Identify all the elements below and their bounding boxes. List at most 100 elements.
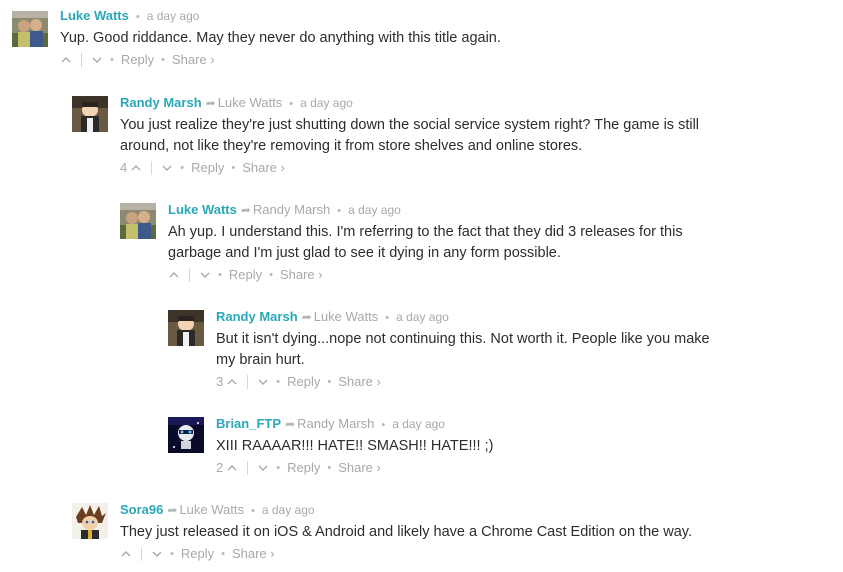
comment-header: Luke Watts ➦ Randy Marsh • a day ago	[168, 202, 843, 218]
comment-header: Luke Watts • a day ago	[60, 8, 843, 24]
timestamp[interactable]: a day ago	[300, 96, 353, 110]
share-link[interactable]: Share ›	[280, 267, 323, 283]
comment-header: Brian_FTP ➦ Randy Marsh • a day ago	[216, 416, 843, 432]
comment-footer: • Reply • Share ›	[60, 52, 843, 68]
comment-text: They just released it on iOS & Android a…	[120, 524, 692, 540]
separator-dot: •	[269, 269, 273, 281]
comment-text: Yup. Good riddance. May they never do an…	[60, 30, 501, 46]
comment: Luke Watts ➦ Randy Marsh • a day ago Ah yup.…	[120, 202, 843, 292]
comment: Sora96 ➦ Luke Watts • a day ago They just re…	[72, 502, 843, 572]
author-name[interactable]: Randy Marsh	[120, 95, 202, 110]
downvote-icon[interactable]	[199, 270, 211, 280]
avatar[interactable]	[72, 96, 108, 132]
avatar[interactable]	[168, 417, 204, 453]
separator-dot: •	[180, 162, 185, 174]
upvote-icon[interactable]	[130, 163, 142, 173]
downvote-icon[interactable]	[91, 55, 103, 65]
comment-text: You just realize they're just shutting d…	[120, 117, 700, 154]
downvote-icon[interactable]	[257, 377, 269, 387]
upvote-icon[interactable]	[120, 549, 132, 559]
avatar[interactable]	[120, 203, 156, 239]
separator-dot: •	[135, 11, 140, 23]
reply-arrow-icon: ➦	[285, 417, 296, 431]
parent-author[interactable]: Luke Watts	[314, 309, 379, 324]
share-link[interactable]: Share ›	[242, 160, 285, 176]
vote-count: 3	[216, 374, 224, 389]
reply-arrow-icon: ➦	[301, 310, 312, 324]
separator-dot: •	[221, 548, 225, 560]
vote-divider	[81, 53, 82, 67]
author-name[interactable]: Luke Watts	[168, 202, 237, 217]
timestamp[interactable]: a day ago	[262, 503, 315, 517]
separator-dot: •	[161, 54, 165, 66]
reply-link[interactable]: Reply	[121, 52, 154, 68]
comment-content: Luke Watts • a day ago Yup. Good riddance.…	[60, 8, 843, 68]
comment-footer: 4 • Reply • Share ›	[120, 160, 843, 176]
reply-link[interactable]: Reply	[287, 460, 320, 476]
downvote-icon[interactable]	[151, 549, 163, 559]
separator-dot: •	[337, 205, 342, 217]
reply-link[interactable]: Reply	[191, 160, 224, 176]
avatar[interactable]	[12, 11, 48, 47]
comment-footer: • Reply • Share ›	[120, 546, 843, 562]
upvote-icon[interactable]	[60, 55, 72, 65]
vote-divider	[151, 161, 153, 175]
reply-arrow-icon: ➦	[167, 503, 178, 517]
timestamp[interactable]: a day ago	[147, 9, 200, 23]
vote-divider	[141, 547, 142, 561]
separator-dot: •	[327, 462, 332, 474]
author-name[interactable]: Luke Watts	[60, 8, 129, 23]
comment-text: Ah yup. I understand this. I'm referring…	[168, 224, 683, 261]
separator-dot: •	[170, 548, 174, 560]
reply-link[interactable]: Reply	[287, 374, 320, 390]
comment-footer: 3 • Reply • Share ›	[216, 374, 843, 390]
separator-dot: •	[385, 312, 390, 324]
downvote-icon[interactable]	[161, 163, 173, 173]
timestamp[interactable]: a day ago	[392, 417, 445, 431]
vote-divider	[189, 268, 190, 282]
author-name[interactable]: Randy Marsh	[216, 309, 298, 324]
reply-link[interactable]: Reply	[229, 267, 262, 283]
separator-dot: •	[381, 419, 386, 431]
share-link[interactable]: Share ›	[338, 374, 381, 390]
vote-count: 4	[120, 160, 128, 175]
share-link[interactable]: Share ›	[172, 52, 215, 68]
upvote-icon[interactable]	[168, 270, 180, 280]
separator-dot: •	[289, 98, 294, 110]
comment-content: Brian_FTP ➦ Randy Marsh • a day ago XIII RAA…	[216, 416, 843, 476]
comment-content: Randy Marsh ➦ Luke Watts • a day ago You jus…	[120, 95, 843, 176]
avatar[interactable]	[72, 503, 108, 539]
parent-author[interactable]: Luke Watts	[179, 502, 244, 517]
reply-arrow-icon: ➦	[240, 203, 251, 217]
author-name[interactable]: Sora96	[120, 502, 163, 517]
parent-author[interactable]: Luke Watts	[218, 95, 283, 110]
reply-arrow-icon: ➦	[205, 96, 216, 110]
timestamp[interactable]: a day ago	[396, 310, 449, 324]
comment: Brian_FTP ➦ Randy Marsh • a day ago XIII RAA…	[168, 416, 843, 486]
parent-author[interactable]: Randy Marsh	[253, 202, 330, 217]
parent-author[interactable]: Randy Marsh	[297, 416, 374, 431]
vote-count: 2	[216, 460, 224, 475]
reply-link[interactable]: Reply	[181, 546, 214, 562]
comment-header: Randy Marsh ➦ Luke Watts • a day ago	[216, 309, 843, 325]
separator-dot: •	[276, 462, 281, 474]
share-link[interactable]: Share ›	[338, 460, 381, 476]
avatar[interactable]	[168, 310, 204, 346]
separator-dot: •	[327, 376, 332, 388]
vote-divider	[247, 375, 249, 389]
comment-text: But it isn't dying...nope not continuing…	[216, 331, 710, 368]
author-name[interactable]: Brian_FTP	[216, 416, 281, 431]
comment: Luke Watts • a day ago Yup. Good riddance.…	[12, 8, 843, 78]
comment-footer: 2 • Reply • Share ›	[216, 460, 843, 476]
upvote-icon[interactable]	[226, 377, 238, 387]
comment-header: Sora96 ➦ Luke Watts • a day ago	[120, 502, 843, 518]
downvote-icon[interactable]	[257, 463, 269, 473]
timestamp[interactable]: a day ago	[348, 203, 401, 217]
separator-dot: •	[250, 505, 255, 517]
share-link[interactable]: Share ›	[232, 546, 275, 562]
comment-text: XIII RAAAAR!!! HATE!! SMASH!! HATE!!! ;)	[216, 438, 494, 454]
comment-footer: • Reply • Share ›	[168, 267, 843, 283]
comment: Randy Marsh ➦ Luke Watts • a day ago You jus…	[72, 95, 843, 185]
upvote-icon[interactable]	[226, 463, 238, 473]
separator-dot: •	[218, 269, 222, 281]
